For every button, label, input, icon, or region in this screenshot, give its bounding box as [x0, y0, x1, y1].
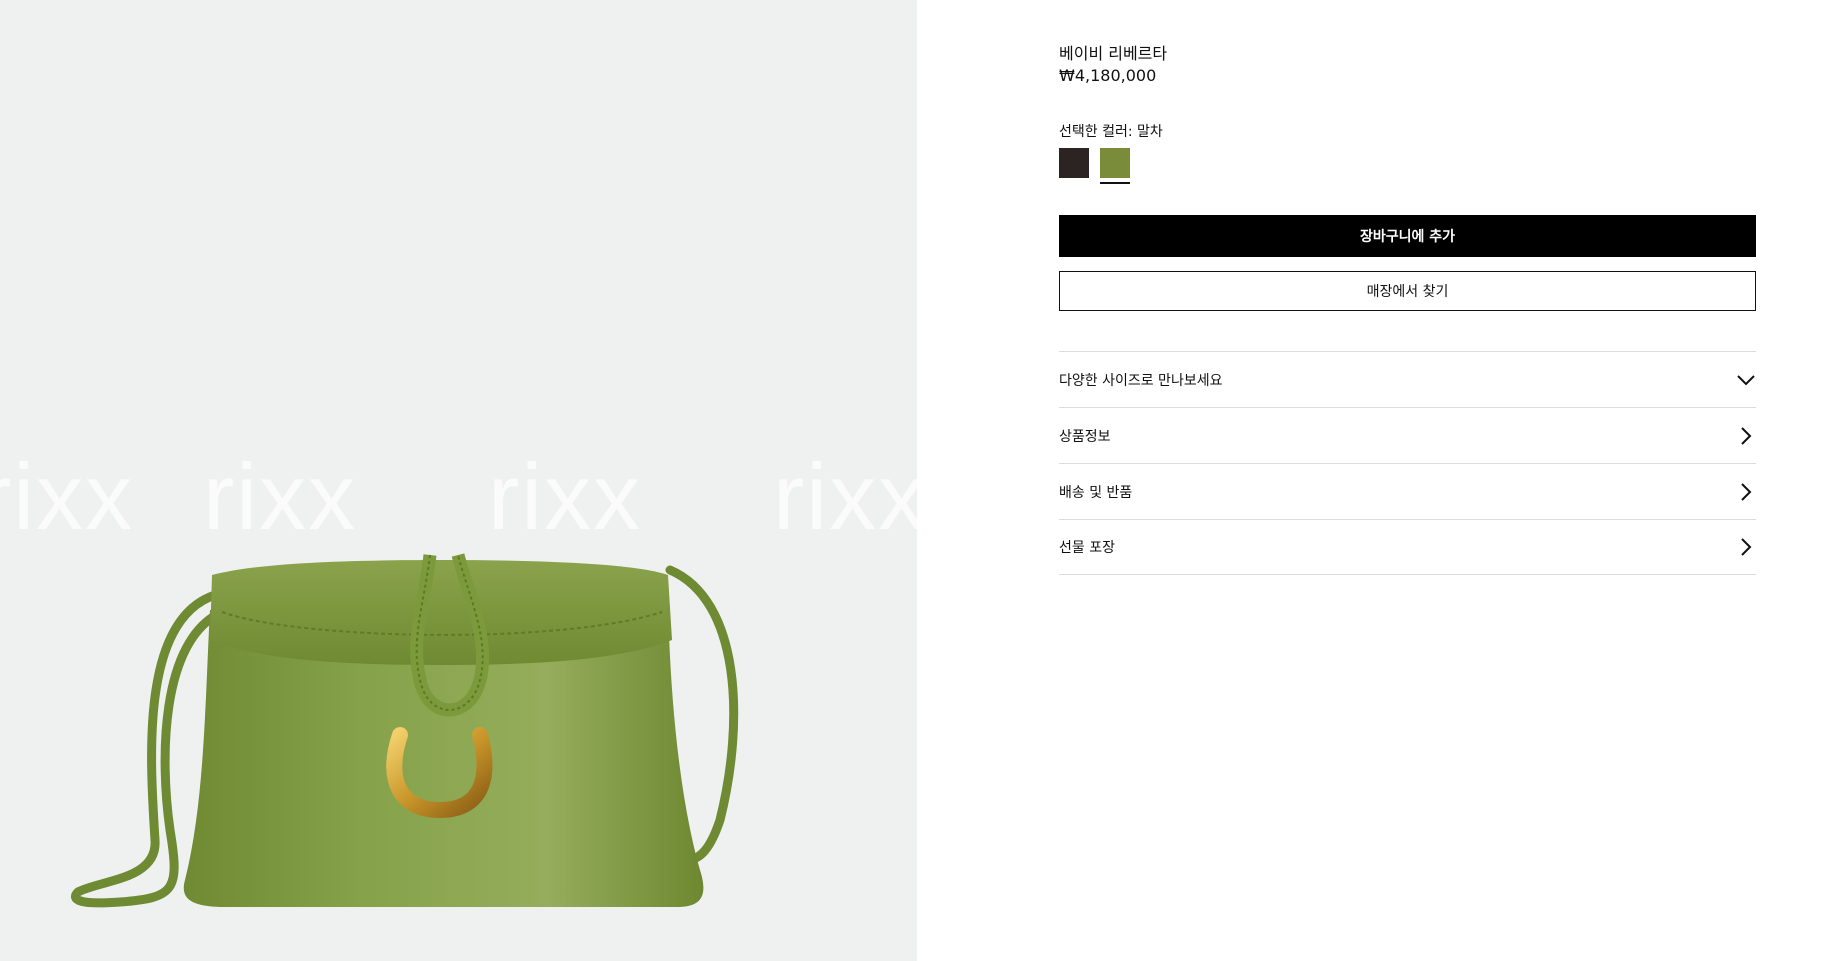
accordion-label: 상품정보 — [1059, 428, 1111, 445]
selected-color-label: 선택한 컬러: 말차 — [1059, 124, 1163, 140]
chevron-right-icon — [1736, 426, 1756, 446]
accordion-shipping-returns[interactable]: 배송 및 반품 — [1059, 463, 1756, 519]
product-price: ₩4,180,000 — [1059, 66, 1157, 85]
chevron-right-icon — [1736, 482, 1756, 502]
add-to-cart-button[interactable]: 장바구니에 추가 — [1059, 215, 1756, 257]
product-image-pane: rixx rixx rixx rixx — [0, 0, 917, 961]
accordion-sizes[interactable]: 다양한 사이즈로 만나보세요 — [1059, 351, 1756, 407]
watermark-text: rixx — [488, 444, 643, 549]
accordion-label: 선물 포장 — [1059, 540, 1115, 556]
find-in-store-button[interactable]: 매장에서 찾기 — [1059, 271, 1756, 311]
color-swatch-dark[interactable] — [1059, 148, 1089, 178]
chevron-right-icon — [1736, 537, 1756, 557]
watermark-text: rixx — [773, 444, 917, 549]
color-swatch-matcha[interactable] — [1100, 148, 1130, 184]
watermark-text: rixx — [203, 444, 358, 549]
accordion-label: 다양한 사이즈로 만나보세요 — [1059, 372, 1223, 389]
accordion-product-info[interactable]: 상품정보 — [1059, 407, 1756, 463]
accordion-label: 배송 및 반품 — [1059, 484, 1133, 501]
accordion-gift-wrap[interactable]: 선물 포장 — [1059, 519, 1756, 575]
product-title: 베이비 리베르타 — [1059, 44, 1168, 63]
watermark-text: rixx — [0, 444, 135, 549]
product-accordion: 다양한 사이즈로 만나보세요 상품정보 배송 및 반품 선물 포장 — [1059, 351, 1756, 575]
chevron-down-icon — [1736, 370, 1756, 390]
